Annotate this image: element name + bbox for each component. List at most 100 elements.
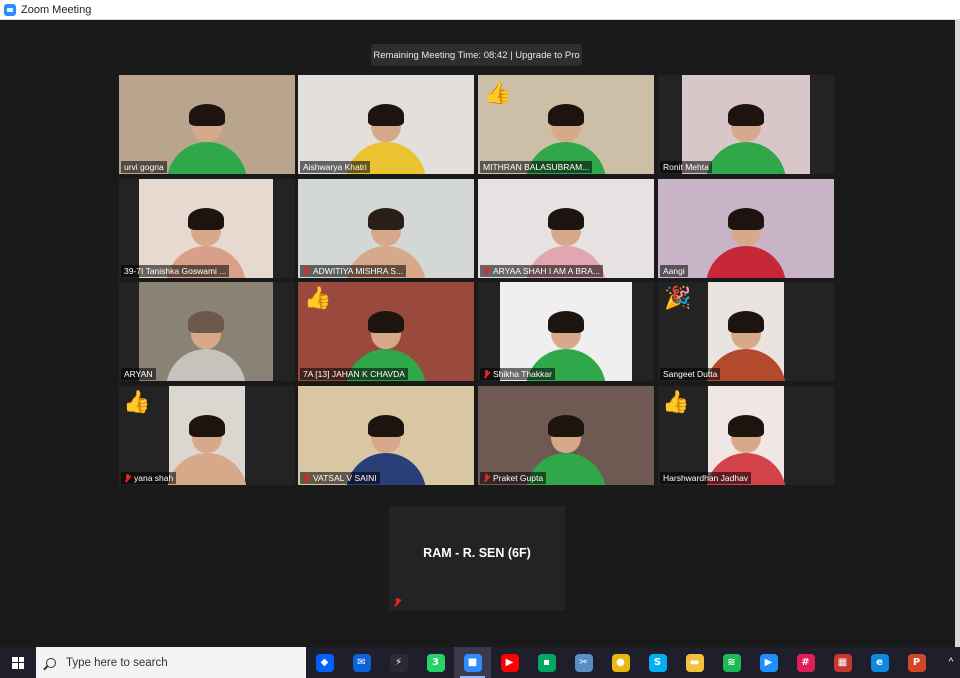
participant-tile[interactable]: 👍 yana shah — [119, 386, 295, 485]
participant-video — [478, 386, 654, 485]
participant-name: Shikha Thakkar — [493, 369, 552, 379]
taskbar-app-button[interactable]: ▬ — [676, 647, 713, 678]
participant-name-label: VATSAL V SAINI — [300, 472, 380, 484]
participant-name: ARYAA SHAH I AM A BRA... — [493, 266, 600, 276]
participant-tile[interactable]: 👍 7A [13] JAHAN K CHAVDA — [298, 282, 474, 381]
taskbar-app-button[interactable]: ▪ — [528, 647, 565, 678]
taskbar-app-button[interactable]: ● — [602, 647, 639, 678]
participant-name: 7A [13] JAHAN K CHAVDA — [303, 369, 405, 379]
participant-name-label: Aishwarya Khatri — [300, 161, 370, 173]
participant-name: Aishwarya Khatri — [303, 162, 367, 172]
participant-name-label: ARYAN — [121, 368, 156, 380]
participant-name-label: 39-7I Tanishka Goswami ... — [121, 265, 230, 277]
snipping-tool-icon: ✂ — [574, 653, 593, 672]
reaction-emoji-icon: 👍 — [304, 286, 332, 311]
remaining-time-banner[interactable]: Remaining Meeting Time: 08:42 | Upgrade … — [371, 44, 582, 66]
participant-video — [119, 75, 295, 174]
muted-mic-icon — [124, 474, 131, 482]
participant-video — [706, 282, 786, 381]
participant-name: yana shah — [134, 473, 174, 483]
participant-tile[interactable]: Aishwarya Khatri — [298, 75, 474, 174]
participant-tile[interactable]: ADWITIYA MISHRA S... — [298, 179, 474, 278]
participant-name: Praket Gupta — [493, 473, 544, 483]
participant-name-label: 7A [13] JAHAN K CHAVDA — [300, 368, 408, 380]
taskbar-app-button[interactable]: 3 — [417, 647, 454, 678]
window-titlebar: Zoom Meeting — [0, 0, 960, 20]
participant-tile[interactable]: 👍 MITHRAN BALASUBRAM... — [478, 75, 654, 174]
participant-tile[interactable]: Aangi — [658, 179, 834, 278]
participant-name-label: Harshwardhan Jadhav — [660, 472, 752, 484]
reaction-emoji-icon: 👍 — [484, 81, 512, 106]
participant-name: Ronit Mehta — [663, 162, 709, 172]
slack-icon: # — [796, 653, 815, 672]
muted-mic-icon — [483, 267, 490, 275]
zoom-camera-icon — [4, 3, 16, 16]
taskbar-app-button[interactable]: ■ — [454, 647, 491, 678]
file-explorer-icon: ▬ — [685, 653, 704, 672]
participant-tile[interactable]: 👍 Harshwardhan Jadhav — [658, 386, 834, 485]
muted-mic-icon — [303, 474, 310, 482]
meet-icon: ▪ — [537, 653, 556, 672]
participant-tile[interactable]: 🎉 Sangeet Dutta — [658, 282, 834, 381]
edge-icon: e — [870, 653, 889, 672]
search-placeholder: Type here to search — [66, 656, 168, 669]
participant-name-label: Shikha Thakkar — [480, 368, 555, 380]
start-button[interactable] — [0, 647, 36, 678]
participant-video — [478, 179, 654, 278]
taskbar-app-button[interactable]: ▦ — [824, 647, 861, 678]
participant-video — [658, 179, 834, 278]
taskbar-app-button[interactable]: # — [787, 647, 824, 678]
participant-tile[interactable]: Praket Gupta — [478, 386, 654, 485]
meeting-gallery: Remaining Meeting Time: 08:42 | Upgrade … — [0, 20, 955, 647]
participant-name-label: ARYAA SHAH I AM A BRA... — [480, 265, 603, 277]
skype-icon: S — [648, 653, 667, 672]
taskbar-app-button[interactable]: ▶ — [491, 647, 528, 678]
window-title: Zoom Meeting — [21, 3, 92, 16]
participant-tile[interactable]: 39-7I Tanishka Goswami ... — [119, 179, 295, 278]
participant-tile[interactable]: ARYAA SHAH I AM A BRA... — [478, 179, 654, 278]
participant-tile[interactable]: ARYAN — [119, 282, 295, 381]
muted-mic-icon — [303, 267, 310, 275]
participant-name: RAM - R. SEN (6F) — [423, 546, 531, 560]
windows-taskbar: Type here to search ◆ ✉ ⚡ 3 ■ ▶ ▪ ✂ ● S ▬ ≋ ▶ # ▦ e P ^ — [0, 647, 960, 678]
participant-name-label: Praket Gupta — [480, 472, 547, 484]
windows-logo-icon — [12, 656, 24, 669]
taskbar-app-button[interactable]: ▶ — [750, 647, 787, 678]
participant-name-label: Aangi — [660, 265, 688, 277]
reaction-emoji-icon: 🎉 — [664, 286, 692, 311]
participant-name: Aangi — [663, 266, 685, 276]
participant-video — [298, 179, 474, 278]
participant-name: Harshwardhan Jadhav — [663, 473, 749, 483]
participant-name-label: yana shah — [121, 472, 177, 484]
chrome-icon: ● — [611, 653, 630, 672]
taskbar-app-button[interactable]: ◆ — [306, 647, 343, 678]
tray-chevron-icon[interactable]: ^ — [942, 647, 960, 678]
taskbar-app-button[interactable]: ≋ — [713, 647, 750, 678]
participant-video — [139, 282, 273, 381]
participant-video — [139, 179, 273, 278]
taskbar-search-box[interactable]: Type here to search — [36, 647, 306, 678]
participant-video — [298, 386, 474, 485]
taskbar-app-button[interactable]: P — [898, 647, 935, 678]
participant-figure — [166, 311, 246, 381]
taskbar-app-button[interactable]: ⚡ — [380, 647, 417, 678]
spotify-icon: ≋ — [722, 653, 741, 672]
taskbar-app-button[interactable]: ✉ — [343, 647, 380, 678]
taskbar-app-button[interactable]: S — [639, 647, 676, 678]
youtube-icon: ▶ — [500, 653, 519, 672]
powerpoint-icon: P — [907, 653, 926, 672]
participant-tile[interactable]: VATSAL V SAINI — [298, 386, 474, 485]
participant-name: 39-7I Tanishka Goswami ... — [124, 266, 227, 276]
participant-tile[interactable]: urvi gogna — [119, 75, 295, 174]
participant-tile[interactable]: Ronit Mehta — [658, 75, 834, 174]
participant-video — [167, 386, 247, 485]
taskbar-app-button[interactable]: e — [861, 647, 898, 678]
participant-name: urvi gogna — [124, 162, 164, 172]
muted-mic-icon — [483, 370, 490, 378]
participant-video — [500, 282, 632, 381]
taskbar-app-button[interactable]: ✂ — [565, 647, 602, 678]
participant-name: MITHRAN BALASUBRAM... — [483, 162, 590, 172]
participant-tile-audio-only[interactable]: RAM - R. SEN (6F) — [389, 506, 565, 610]
search-icon — [46, 657, 56, 668]
participant-tile[interactable]: Shikha Thakkar — [478, 282, 654, 381]
